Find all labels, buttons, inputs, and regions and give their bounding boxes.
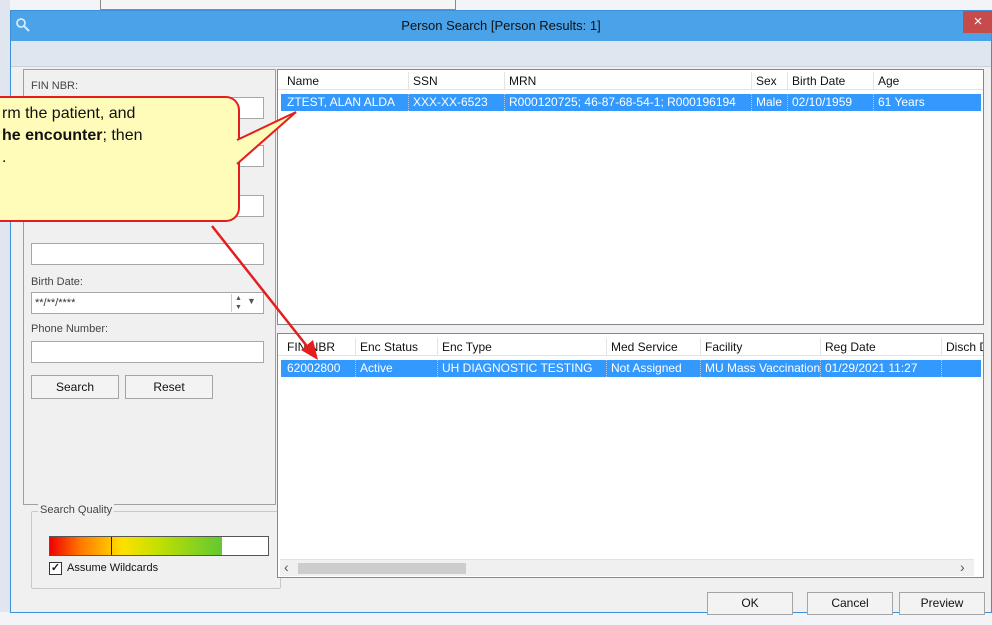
background-window-frame [100, 0, 456, 10]
scroll-left-icon[interactable]: ‹ [284, 560, 289, 575]
encounter-table-header: FIN NBR Enc Status Enc Type Med Service … [278, 338, 983, 356]
column-header-med-service[interactable]: Med Service [607, 338, 701, 356]
column-header-fin-nbr[interactable]: FIN NBR [283, 338, 356, 356]
date-spinner-icon[interactable]: ▲ ▼ [231, 294, 245, 312]
dialog-title: Person Search [Person Results: 1] [401, 18, 601, 33]
cell-facility: MU Mass Vaccination [701, 360, 821, 377]
cell-med-service: Not Assigned [607, 360, 701, 377]
table-row[interactable]: ZTEST, ALAN ALDA XXX-XX-6523 R000120725;… [281, 94, 981, 111]
callout-line-2-rest: ; then [102, 127, 143, 144]
ok-button[interactable]: OK [707, 592, 793, 615]
field-label-phone-number: Phone Number: [31, 323, 109, 335]
cell-enc-type: UH DIAGNOSTIC TESTING [438, 360, 607, 377]
column-header-age[interactable]: Age [874, 72, 982, 90]
column-header-birth-date[interactable]: Birth Date [788, 72, 874, 90]
column-header-facility[interactable]: Facility [701, 338, 821, 356]
horizontal-scrollbar[interactable]: ‹ › [280, 559, 974, 576]
callout-emphasis: he encounter [2, 127, 103, 144]
cell-fin-nbr: 62002800 [283, 360, 356, 377]
column-header-reg-date[interactable]: Reg Date [821, 338, 942, 356]
callout-line-2: he encounter; then [2, 125, 238, 147]
person-table-header: Name SSN MRN Sex Birth Date Age [278, 72, 983, 90]
encounter-results-table: FIN NBR Enc Status Enc Type Med Service … [277, 333, 984, 578]
search-quality-fill [50, 537, 223, 555]
preview-button[interactable]: Preview [899, 592, 985, 615]
column-header-disch-date[interactable]: Disch D [942, 338, 983, 356]
cell-birth-date: 02/10/1959 [788, 94, 874, 111]
cancel-button[interactable]: Cancel [807, 592, 893, 615]
person-results-table: Name SSN MRN Sex Birth Date Age ZTEST, A… [277, 69, 984, 325]
search-quality-legend: Search Quality [38, 504, 115, 516]
field-label-birth-date: Birth Date: [31, 276, 83, 288]
chevron-down-icon[interactable]: ▼ [247, 296, 256, 306]
instruction-callout: rm the patient, and he encounter; then . [0, 96, 240, 222]
cell-enc-status: Active [356, 360, 438, 377]
scrollbar-thumb[interactable] [298, 563, 466, 574]
search-quality-marker [111, 537, 113, 555]
column-header-name[interactable]: Name [283, 72, 409, 90]
search-quality-meter [49, 536, 269, 556]
callout-text: rm the patient, and he encounter; then . [0, 103, 238, 169]
close-icon: × [973, 13, 983, 30]
cell-reg-date: 01/29/2021 11:27 [821, 360, 942, 377]
column-header-sex[interactable]: Sex [752, 72, 788, 90]
cell-disch-date [942, 360, 981, 377]
phone-number-input[interactable] [31, 341, 264, 363]
search-button[interactable]: Search [31, 375, 119, 399]
column-header-enc-type[interactable]: Enc Type [438, 338, 607, 356]
assume-wildcards-label: Assume Wildcards [67, 562, 159, 574]
assume-wildcards-checkbox[interactable]: ✓ [49, 562, 62, 575]
search-field-4[interactable] [31, 243, 264, 265]
cell-ssn: XXX-XX-6523 [409, 94, 505, 111]
callout-line-1: rm the patient, and [2, 105, 136, 122]
cell-mrn: R000120725; 46-87-68-54-1; R000196194 [505, 94, 752, 111]
field-label-fin-nbr: FIN NBR: [31, 80, 79, 92]
column-header-ssn[interactable]: SSN [409, 72, 505, 90]
title-bar[interactable]: Person Search [Person Results: 1] × [11, 11, 992, 41]
column-header-mrn[interactable]: MRN [505, 72, 752, 90]
cell-sex: Male [752, 94, 788, 111]
toolbar-band [11, 41, 991, 67]
reset-button[interactable]: Reset [125, 375, 213, 399]
birth-date-input[interactable]: **/**/**** ▲ ▼ ▼ [31, 292, 264, 314]
close-button[interactable]: × [963, 11, 992, 33]
scroll-right-icon[interactable]: › [960, 560, 965, 575]
search-quality-group: Search Quality ✓ Assume Wildcards [31, 504, 281, 589]
table-row[interactable]: 62002800 Active UH DIAGNOSTIC TESTING No… [281, 360, 981, 377]
cell-age: 61 Years [878, 95, 925, 109]
cell-name: ZTEST, ALAN ALDA [283, 94, 409, 111]
column-header-enc-status[interactable]: Enc Status [356, 338, 438, 356]
callout-line-3: . [2, 149, 7, 166]
birth-date-value: **/**/**** [35, 297, 76, 309]
background-window-edge [0, 0, 10, 625]
